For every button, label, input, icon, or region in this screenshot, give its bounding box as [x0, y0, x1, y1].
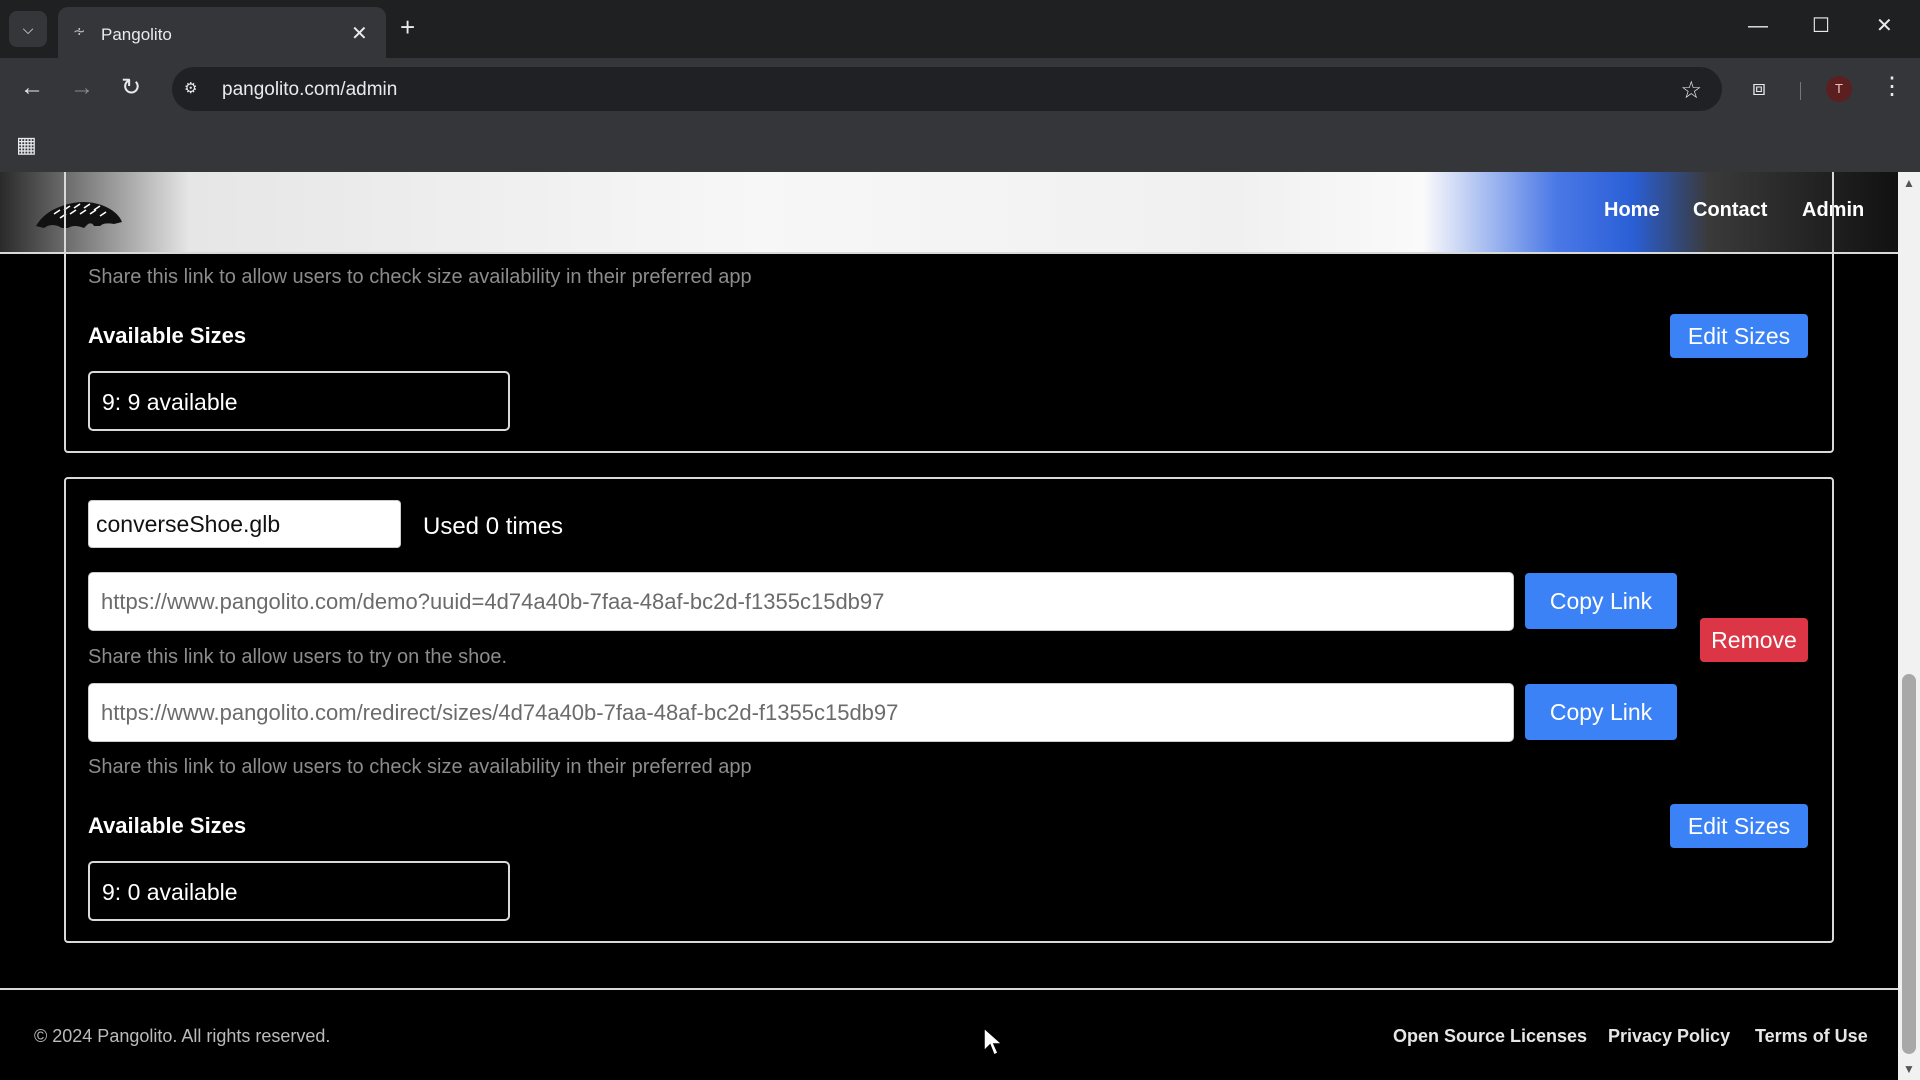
footer-privacy-link[interactable]: Privacy Policy	[1608, 1026, 1730, 1047]
three-dots-icon[interactable]: ⋮	[1880, 72, 1904, 101]
copy-size-link-button[interactable]: Copy Link	[1525, 684, 1677, 740]
reload-icon[interactable]: ↻	[121, 76, 141, 100]
scroll-up-arrow-icon[interactable]: ▲	[1903, 176, 1915, 190]
new-tab-button[interactable]: +	[400, 11, 415, 43]
site-footer: © 2024 Pangolito. All rights reserved. O…	[0, 988, 1898, 1080]
back-arrow-icon[interactable]: ←	[20, 76, 44, 100]
usage-count-text: Used 0 times	[423, 513, 564, 540]
size-availability-item[interactable]: 9: 0 available	[88, 861, 510, 921]
browser-toolbar: ← → ↻ ⚙ pangolito.com/admin ☆ ⧈ T ⋮	[0, 58, 1920, 120]
demo-link-help-text: Share this link to allow users to try on…	[88, 646, 508, 668]
window-close-icon[interactable]: ✕	[1876, 14, 1893, 38]
browser-tab-strip: ⌵ ∻ Pangolito ✕ + — ☐ ✕	[0, 0, 1920, 58]
tab-title: Pangolito	[101, 25, 172, 44]
bookmarks-bar: ▦	[0, 120, 1920, 172]
address-bar[interactable]: ⚙ pangolito.com/admin ☆	[172, 67, 1722, 111]
size-link-help-text: Share this link to allow users to check …	[88, 756, 752, 778]
toolbar-divider	[1800, 82, 1801, 100]
edit-sizes-button[interactable]: Edit Sizes	[1670, 314, 1808, 358]
pangolin-favicon-icon: ∻	[73, 23, 86, 40]
size-link-input[interactable]	[88, 683, 1514, 742]
page-scrollbar[interactable]: ▲ ▼	[1898, 172, 1920, 1080]
site-settings-icon[interactable]: ⚙	[184, 79, 206, 99]
maximize-icon[interactable]: ☐	[1812, 14, 1830, 38]
size-link-help-text: Share this link to allow users to check …	[88, 266, 752, 288]
edit-sizes-button[interactable]: Edit Sizes	[1670, 804, 1808, 848]
star-icon[interactable]: ☆	[1680, 76, 1702, 105]
tab-search-button[interactable]: ⌵	[9, 11, 47, 47]
browser-tab[interactable]: ∻ Pangolito ✕	[58, 7, 386, 58]
footer-terms-link[interactable]: Terms of Use	[1755, 1026, 1868, 1047]
remove-model-button[interactable]: Remove	[1700, 618, 1808, 662]
available-sizes-heading: Available Sizes	[88, 323, 247, 348]
address-url[interactable]: pangolito.com/admin	[222, 79, 397, 101]
copyright-text: © 2024 Pangolito. All rights reserved.	[34, 1026, 331, 1046]
scrollbar-thumb[interactable]	[1902, 674, 1916, 1054]
size-availability-item[interactable]: 9: 9 available	[88, 371, 510, 431]
forward-arrow-icon[interactable]: →	[70, 76, 94, 100]
close-tab-icon[interactable]: ✕	[351, 21, 368, 46]
demo-link-input[interactable]	[88, 572, 1514, 631]
puzzle-icon[interactable]: ⧈	[1752, 75, 1766, 101]
mouse-cursor-icon	[983, 1027, 1003, 1057]
apps-grid-icon[interactable]: ▦	[16, 132, 37, 158]
minimize-icon[interactable]: —	[1748, 14, 1768, 38]
copy-demo-link-button[interactable]: Copy Link	[1525, 573, 1677, 629]
model-name-input[interactable]	[88, 500, 401, 548]
page-viewport: Home Contact Admin Share this link to al…	[0, 172, 1898, 1080]
scroll-down-arrow-icon[interactable]: ▼	[1903, 1062, 1915, 1076]
footer-open-source-link[interactable]: Open Source Licenses	[1393, 1026, 1587, 1047]
chevron-down-icon: ⌵	[22, 21, 34, 37]
available-sizes-heading: Available Sizes	[88, 813, 247, 838]
profile-avatar[interactable]: T	[1826, 76, 1852, 102]
